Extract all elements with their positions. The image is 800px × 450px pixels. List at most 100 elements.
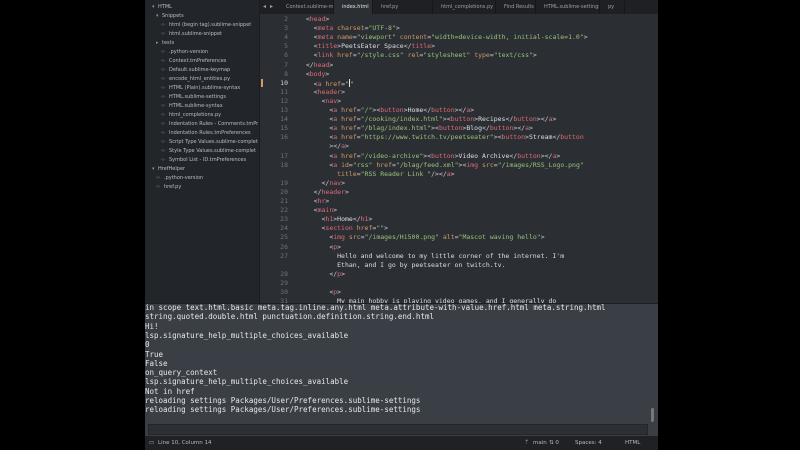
tab[interactable]: Find Results xyxy=(496,0,536,14)
tab[interactable]: href.py xyxy=(373,0,433,14)
sidebar-item[interactable]: ‹› Style Type Values.sublime-complet xyxy=(161,147,256,156)
code-line[interactable]: <hr> xyxy=(298,197,330,205)
sidebar-item[interactable]: ‹› Script Type Values.sublime-complet xyxy=(161,138,258,147)
tab-back-icon[interactable]: ◂ xyxy=(263,0,266,14)
sidebar-item[interactable]: ▾ Snippets xyxy=(156,12,184,21)
sidebar-item[interactable]: ‹› encode_html_entities.py xyxy=(161,75,230,84)
code-line[interactable]: </p> xyxy=(298,270,345,278)
line-number: 29 xyxy=(280,278,288,287)
code-line[interactable]: <nav> xyxy=(298,97,341,105)
code-line[interactable]: Ethan, and I go by peetseater on twitch.… xyxy=(298,261,505,269)
code-line[interactable]: <a href="https://www.twitch.tv/peetseate… xyxy=(298,133,583,141)
sidebar-item-label: encode_html_entities.py xyxy=(169,76,231,82)
file-icon: ‹› xyxy=(161,139,165,145)
sidebar-item[interactable]: ‹› html_completions.py xyxy=(161,111,221,120)
tab-forward-icon[interactable]: ▸ xyxy=(270,0,273,14)
code-line[interactable]: <p> xyxy=(298,288,341,296)
line-number: 19 xyxy=(280,178,288,187)
code-line[interactable]: <p> xyxy=(298,243,341,251)
line-number: 20 xyxy=(280,187,288,196)
code-line[interactable]: <title>PeetsEater Space</title> xyxy=(298,42,435,50)
line-number: 2 xyxy=(284,15,288,23)
file-icon: ‹› xyxy=(161,157,165,163)
sidebar-item[interactable]: ▸ tests xyxy=(156,39,174,48)
code-line[interactable]: <header> xyxy=(298,88,345,96)
code-line[interactable]: <a href="/video-archive"><button>Video A… xyxy=(298,152,560,160)
console-line: True xyxy=(145,349,164,359)
code-line[interactable]: <a id="rss" href="/blag/feed.xml"><img s… xyxy=(298,161,583,169)
sidebar-item[interactable]: ‹› HTML.sublime-syntax xyxy=(161,102,223,111)
console-line: string.quoted.double.html punctuation.de… xyxy=(145,312,434,322)
tab[interactable]: Context.sublime-menu xyxy=(278,0,334,14)
line-number: 25 xyxy=(280,233,288,242)
code-line[interactable]: <head> xyxy=(298,15,330,23)
line-number: 15 xyxy=(280,124,288,133)
code-line[interactable]: title="RSS Reader Link "/></a> xyxy=(298,170,454,178)
code-line[interactable]: <section href=""> xyxy=(298,224,388,232)
code-line[interactable]: <link href="/style.css" rel="stylesheet"… xyxy=(298,51,537,59)
sidebar-item[interactable]: ‹› Indentation Rules.tmPreferences xyxy=(161,129,251,138)
sidebar-item-label: Snippets xyxy=(162,13,184,19)
line-number: 3 xyxy=(284,24,288,33)
sidebar-item[interactable]: ▾ HrefHelper xyxy=(152,165,185,174)
code-line[interactable]: <a href="/"><button>Home</button></a> xyxy=(298,106,474,114)
line-number: 23 xyxy=(280,215,288,224)
sidebar-item-label: HrefHelper xyxy=(158,166,186,172)
file-icon: ‹› xyxy=(161,112,165,118)
sidebar-item[interactable]: ‹› Indentation Rules - Comments.tmPr xyxy=(161,120,258,129)
panel-scrollbar[interactable] xyxy=(651,408,654,422)
sidebar-item[interactable]: ‹› HTML.sublime-settings xyxy=(161,93,226,102)
line-number: 24 xyxy=(280,224,288,233)
code-line[interactable]: <a href="/cooking/index.html"><button>Re… xyxy=(298,115,556,123)
line-number: 18 xyxy=(280,160,288,169)
code-line[interactable]: <a href="/blag/index.html"><button>Blog<… xyxy=(298,124,533,132)
sidebar-item[interactable]: ‹› href.py xyxy=(156,183,181,192)
sidebar-item[interactable]: ‹› Context.tmPreferences xyxy=(161,57,226,66)
status-syntax[interactable]: HTML xyxy=(625,436,640,450)
tab[interactable]: py xyxy=(600,0,625,14)
sidebar-item[interactable]: ‹› html.sublime-snippet xyxy=(161,30,222,39)
tab[interactable]: html_completions.py xyxy=(433,0,496,14)
file-icon: ‹› xyxy=(161,31,165,37)
code-editor[interactable]: 2 3 4 5 6 7 8 10 11 12 13 14 15 16 17 18 19 20 21 22 23 24 25 2… xyxy=(260,14,658,303)
sidebar-item[interactable]: ‹› Symbol List - ID.tmPreferences xyxy=(161,156,246,165)
modified-line-marker xyxy=(261,78,263,87)
code-line[interactable]: <body> xyxy=(298,70,330,78)
code-line[interactable]: <meta name="viewport" content="width=dev… xyxy=(298,33,588,41)
sidebar-item-label: .python-version xyxy=(164,175,204,181)
code-line[interactable]: <main> xyxy=(298,206,338,214)
code-line[interactable]: <a href="" xyxy=(298,78,354,88)
tab[interactable]: HTML.sublime-settings xyxy=(536,0,600,14)
code-line[interactable]: ></a> xyxy=(298,142,349,150)
status-indentation[interactable]: Spaces: 4 xyxy=(575,436,602,450)
sidebar-item-label: html (begin tag).sublime-snippet xyxy=(169,22,252,28)
code-line[interactable]: </header> xyxy=(298,188,349,196)
status-branch[interactable]: main xyxy=(533,436,547,450)
file-icon: ‹› xyxy=(161,22,165,28)
code-line[interactable]: </head> xyxy=(298,61,333,69)
line-number: 6 xyxy=(284,51,288,60)
code-line[interactable]: <h1>Home</h1> xyxy=(298,215,372,223)
code-line[interactable]: </nav> xyxy=(298,179,345,187)
file-icon: ‹› xyxy=(161,103,165,109)
sidebar-item-label: href.py xyxy=(164,184,182,190)
sidebar-item[interactable]: ‹› .python-version xyxy=(156,174,203,183)
sidebar-item-label: tests xyxy=(162,40,175,46)
sidebar-item[interactable]: ‹› Default.sublime-keymap xyxy=(161,66,230,75)
line-number: 26 xyxy=(280,242,288,251)
status-position[interactable]: Line 10, Column 14 xyxy=(158,436,212,450)
console-input[interactable] xyxy=(148,424,648,435)
code-line[interactable]: <meta charset="UTF-8"> xyxy=(298,24,400,32)
status-panel-icon[interactable]: ▭ xyxy=(149,436,154,450)
code-line[interactable]: Hello and welcome to my little corner of… xyxy=(298,252,564,260)
status-bar: ▭ Line 10, Column 14 ᛘ main ⇅ 0 Spaces: … xyxy=(145,436,658,450)
code-area[interactable]: <head> <meta charset="UTF-8"> <meta name… xyxy=(298,14,658,303)
tab[interactable]: index.html xyxy=(334,0,373,14)
line-number: 17 xyxy=(280,151,288,160)
sidebar-item-label: HTML (Plain).sublime-syntax xyxy=(169,85,241,91)
code-line[interactable]: <img src="/images/Hi500.png" alt="Mascot… xyxy=(298,233,544,241)
sidebar-item[interactable]: ▾ HTML xyxy=(152,3,172,12)
sidebar-item[interactable]: ‹› html (begin tag).sublime-snippet xyxy=(161,21,251,30)
sidebar-item[interactable]: ‹› HTML (Plain).sublime-syntax xyxy=(161,84,240,93)
sidebar-item[interactable]: ‹› .python-version xyxy=(161,48,208,57)
